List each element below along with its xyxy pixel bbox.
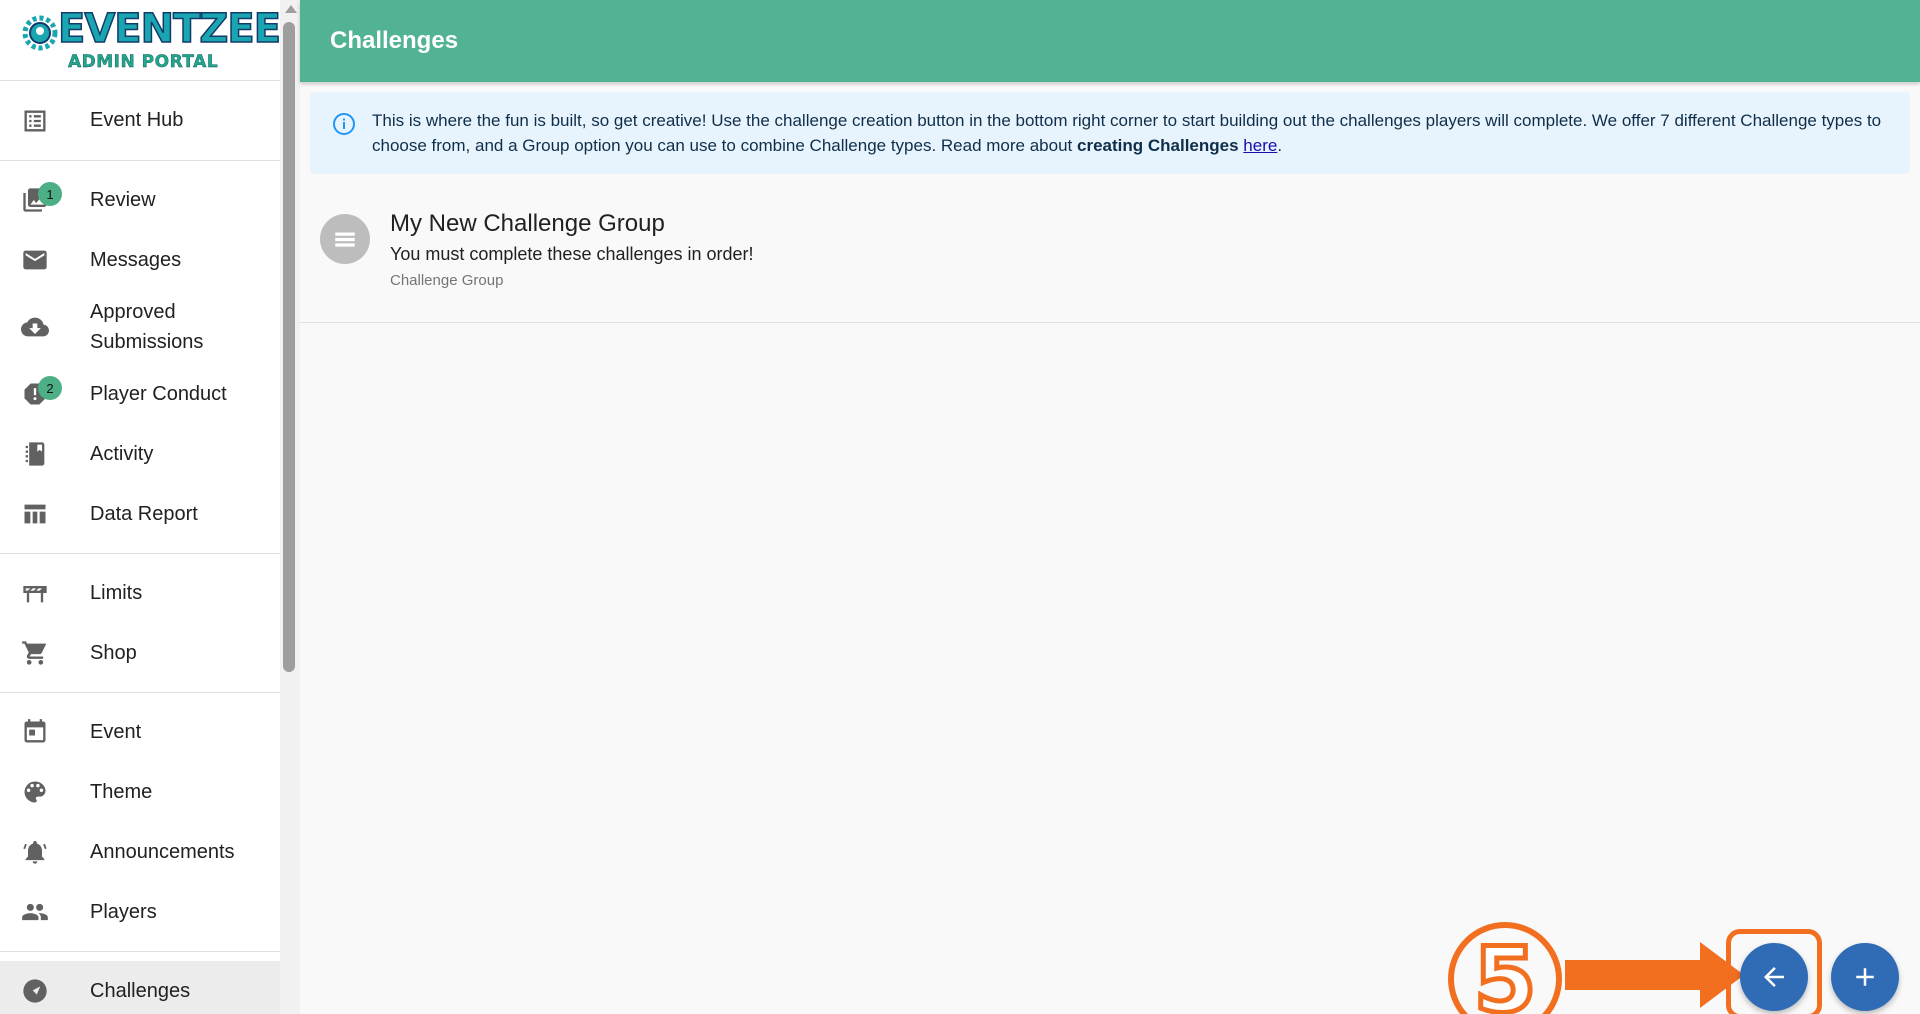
list-icon	[20, 106, 50, 136]
roadblock-icon	[20, 578, 50, 608]
app-bar: Challenges	[300, 0, 1920, 82]
challenge-group-row[interactable]: My New Challenge Group You must complete…	[300, 174, 1920, 323]
sidebar-item-messages[interactable]: Messages	[0, 230, 280, 290]
challenges-icon	[20, 976, 50, 1006]
sidebar-item-label: Approved Submissions	[90, 301, 204, 353]
scroll-thumb[interactable]	[283, 22, 295, 672]
sidebar-item-label: Theme	[90, 780, 153, 803]
sidebar-item-label: Player Conduct	[90, 382, 227, 405]
challenge-group-title: My New Challenge Group	[390, 210, 665, 237]
activity-book-icon	[20, 439, 50, 469]
sidebar-item-player-conduct[interactable]: 2 Player Conduct	[0, 364, 280, 424]
info-link[interactable]: here	[1243, 136, 1277, 155]
sidebar-item-label: Event	[90, 720, 142, 743]
logo-title: EVENTZEE	[57, 5, 280, 53]
sidebar-item-shop[interactable]: Shop	[0, 623, 280, 683]
sidebar-item-label: Activity	[90, 442, 154, 465]
sidebar-item-label: Review	[90, 188, 156, 211]
step-number: 5	[1471, 928, 1539, 1014]
sidebar-scrollbar[interactable]	[280, 0, 300, 1014]
challenge-group-avatar	[320, 214, 370, 264]
page-title: Challenges	[330, 27, 459, 54]
table-icon	[20, 499, 50, 529]
divider	[0, 553, 280, 554]
challenge-group-type: Challenge Group	[390, 272, 504, 289]
info-icon	[333, 113, 355, 135]
calendar-icon	[20, 717, 50, 747]
sidebar-item-players[interactable]: Players	[0, 882, 280, 942]
add-challenge-button[interactable]	[1831, 943, 1899, 1011]
main-content: Challenges This is where the fun is buil…	[300, 0, 1920, 1014]
mail-icon	[20, 245, 50, 275]
divider	[0, 160, 280, 161]
sidebar-item-label: Shop	[90, 641, 137, 664]
plus-icon	[1856, 968, 1874, 986]
badge-count: 1	[38, 182, 62, 206]
annotation-arrow-shaft	[1565, 960, 1705, 990]
sidebar-item-review[interactable]: 1 Review	[0, 170, 280, 230]
sidebar-item-data-report[interactable]: Data Report	[0, 484, 280, 544]
arrow-left-icon	[1764, 967, 1784, 987]
palette-icon	[20, 777, 50, 807]
back-button[interactable]	[1740, 943, 1808, 1011]
cloud-download-icon	[20, 312, 50, 342]
scroll-up-arrow-icon[interactable]	[285, 5, 297, 13]
sidebar-item-event-hub[interactable]: Event Hub	[0, 81, 280, 160]
challenge-group-description: You must complete these challenges in or…	[390, 244, 754, 264]
info-alert: This is where the fun is built, so get c…	[310, 92, 1910, 174]
sidebar-item-announcements[interactable]: Announcements	[0, 822, 280, 882]
sidebar-item-label: Challenges	[90, 979, 191, 1002]
sidebar-item-challenges[interactable]: Challenges	[0, 961, 280, 1014]
info-text-end: .	[1277, 136, 1283, 155]
gear-logo-icon	[22, 15, 58, 51]
sidebar-item-limits[interactable]: Limits	[0, 563, 280, 623]
badge-count: 2	[38, 376, 62, 400]
sidebar-item-event[interactable]: Event	[0, 702, 280, 762]
divider	[0, 951, 280, 952]
sidebar-item-label: Data Report	[90, 502, 198, 525]
cart-icon	[20, 638, 50, 668]
sidebar: EVENTZEE ADMIN PORTAL Event Hub 1 Review…	[0, 0, 280, 1014]
logo: EVENTZEE ADMIN PORTAL	[0, 0, 280, 81]
sidebar-item-label: Limits	[90, 581, 143, 604]
sidebar-item-approved-submissions[interactable]: Approved Submissions	[0, 290, 280, 364]
sidebar-item-label: Announcements	[90, 840, 235, 863]
group-list-icon	[335, 232, 355, 247]
divider	[0, 692, 280, 693]
sidebar-item-label: Event Hub	[90, 109, 184, 131]
logo-subtitle: ADMIN PORTAL	[68, 52, 219, 72]
sidebar-item-label: Messages	[90, 248, 182, 271]
sidebar-item-label: Players	[90, 900, 157, 923]
sidebar-item-theme[interactable]: Theme	[0, 762, 280, 822]
info-bold-text: creating Challenges	[1077, 136, 1239, 155]
people-icon	[20, 897, 50, 927]
sidebar-item-activity[interactable]: Activity	[0, 424, 280, 484]
alarm-bell-icon	[20, 837, 50, 867]
